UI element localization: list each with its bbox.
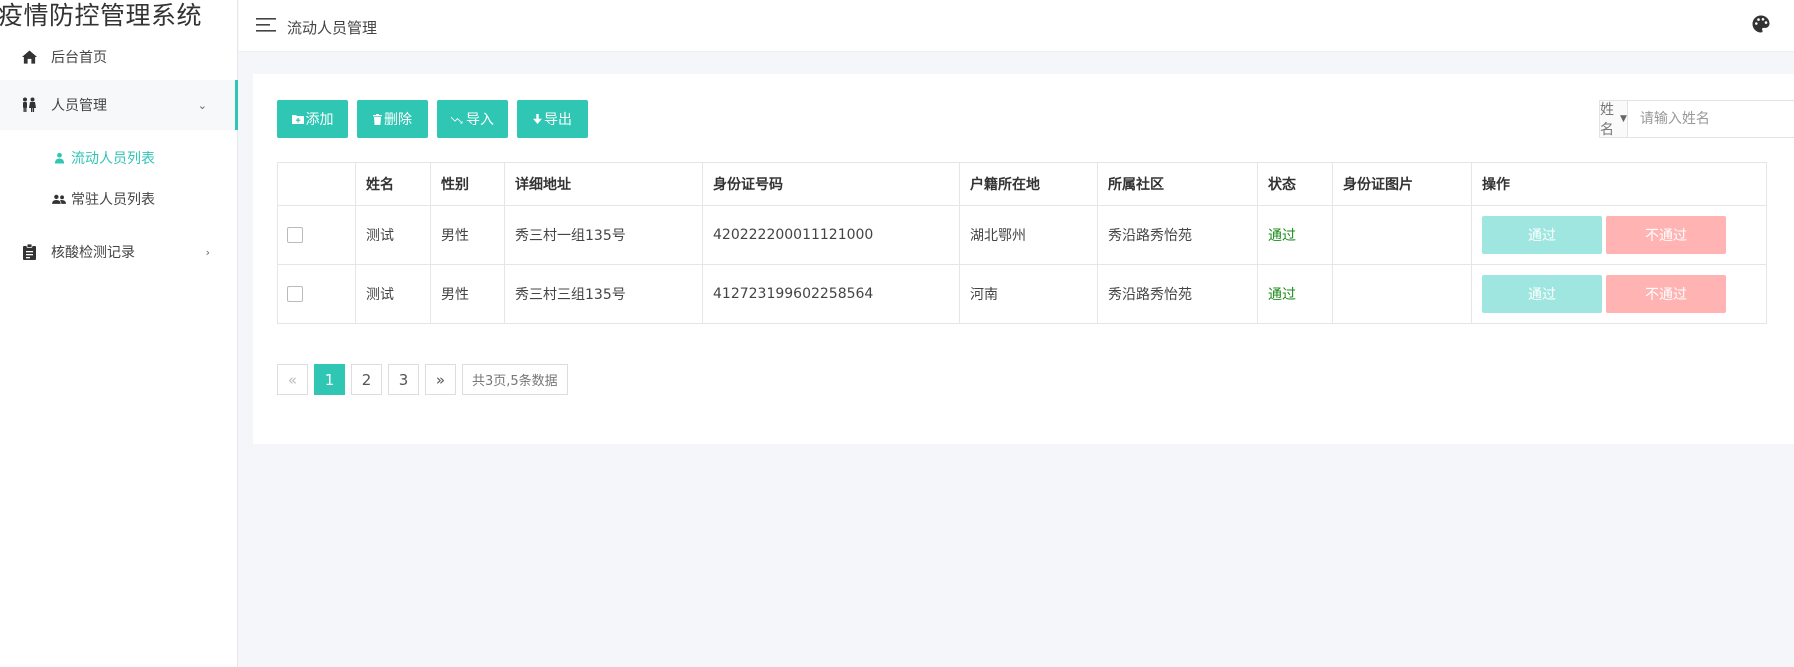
sidebar: 疫情防控管理系统 后台首页 人员管理 ⌄ 流动人员列表 常驻人员列表 核酸检测记…: [0, 0, 238, 667]
column-header: 状态: [1257, 162, 1333, 206]
table-row: 测试 男性 秀三村三组135号 412723199602258564 河南 秀沿…: [277, 264, 1767, 324]
pagination-info: 共3页,5条数据: [462, 364, 568, 395]
people-icon: [20, 96, 38, 114]
row-checkbox[interactable]: [287, 286, 303, 302]
app-title: 疫情防控管理系统: [0, 1, 203, 30]
top-header: 流动人员管理: [239, 0, 1794, 52]
column-header: 详细地址: [504, 162, 703, 206]
column-header: 身份证图片: [1332, 162, 1472, 206]
id-number-cell: 420222200011121000: [702, 205, 960, 265]
actions-cell: 通过 不通过: [1471, 264, 1767, 324]
pagination: « 1 2 3 » 共3页,5条数据: [277, 364, 568, 395]
delete-button[interactable]: 删除: [357, 100, 428, 138]
export-button-label: 导出: [544, 112, 572, 128]
import-button[interactable]: 导入: [437, 100, 508, 138]
column-header: 户籍所在地: [959, 162, 1098, 206]
personnel-table: 姓名 性别 详细地址 身份证号码 户籍所在地 所属社区 状态 身份证图片 操作 …: [277, 162, 1767, 324]
column-header: 性别: [430, 162, 505, 206]
chevron-down-icon: ⌄: [197, 98, 207, 112]
sidebar-item-label: 人员管理: [51, 98, 107, 114]
name-cell: 测试: [355, 264, 431, 324]
group-icon: [52, 192, 66, 206]
actions-cell: 通过 不通过: [1471, 205, 1767, 265]
sidebar-item-label: 后台首页: [51, 50, 107, 66]
menu-icon[interactable]: [256, 17, 276, 33]
address-cell: 秀三村一组135号: [504, 205, 703, 265]
column-header: 所属社区: [1097, 162, 1258, 206]
row-checkbox[interactable]: [287, 227, 303, 243]
sidebar-item-people[interactable]: 人员管理 ⌄: [0, 80, 238, 130]
row-select-cell: [277, 264, 356, 324]
delete-button-label: 删除: [384, 112, 412, 128]
caret-down-icon: ▼: [1620, 114, 1627, 124]
palette-icon[interactable]: [1752, 15, 1772, 35]
export-button[interactable]: 导出: [517, 100, 588, 138]
sidebar-item-nucleic-test[interactable]: 核酸检测记录 ›: [0, 227, 238, 277]
name-cell: 测试: [355, 205, 431, 265]
add-button-label: 添加: [305, 112, 334, 128]
sidebar-item-label: 常驻人员列表: [71, 192, 155, 208]
page-button-2[interactable]: 2: [351, 364, 382, 395]
sidebar-item-label: 核酸检测记录: [51, 245, 135, 261]
sidebar-item-resident-personnel[interactable]: 常驻人员列表: [0, 179, 238, 219]
status-badge: 通过: [1257, 205, 1333, 265]
add-button[interactable]: 添加: [277, 100, 348, 138]
approve-button[interactable]: 通过: [1482, 216, 1602, 254]
reject-button[interactable]: 不通过: [1606, 216, 1726, 254]
column-header: 身份证号码: [702, 162, 960, 206]
id-image-cell: [1332, 264, 1472, 324]
sidebar-item-mobile-personnel[interactable]: 流动人员列表: [0, 138, 238, 178]
page-next-button[interactable]: »: [425, 364, 456, 395]
id-number-cell: 412723199602258564: [702, 264, 960, 324]
table-row: 测试 男性 秀三村一组135号 420222200011121000 湖北鄂州 …: [277, 205, 1767, 265]
search-field-label: 姓名: [1600, 102, 1614, 138]
folder-plus-icon: [291, 114, 304, 124]
approve-button[interactable]: 通过: [1482, 275, 1602, 313]
address-cell: 秀三村三组135号: [504, 264, 703, 324]
gender-cell: 男性: [430, 264, 505, 324]
person-icon: [52, 151, 66, 165]
clipboard-icon: [20, 243, 38, 261]
content-card: 添加 删除 导入 导出 姓名 ▼ 姓: [253, 74, 1794, 444]
column-header: 姓名: [355, 162, 431, 206]
select-all-header: [277, 162, 356, 206]
column-header: 操作: [1471, 162, 1767, 206]
page-button-3[interactable]: 3: [388, 364, 419, 395]
row-select-cell: [277, 205, 356, 265]
id-image-cell: [1332, 205, 1472, 265]
hometown-cell: 河南: [959, 264, 1098, 324]
sidebar-item-label: 流动人员列表: [71, 151, 155, 167]
sidebar-item-home[interactable]: 后台首页: [0, 32, 238, 82]
import-button-label: 导入: [466, 112, 494, 128]
trash-icon: [373, 113, 382, 125]
table-header-row: 姓名 性别 详细地址 身份证号码 户籍所在地 所属社区 状态 身份证图片 操作: [277, 162, 1767, 206]
community-cell: 秀沿路秀怡苑: [1097, 205, 1258, 265]
status-badge: 通过: [1257, 264, 1333, 324]
page-prev-button[interactable]: «: [277, 364, 308, 395]
search-input[interactable]: [1627, 101, 1794, 137]
reject-button[interactable]: 不通过: [1606, 275, 1726, 313]
hometown-cell: 湖北鄂州: [959, 205, 1098, 265]
page-button-1[interactable]: 1: [314, 364, 345, 395]
page-title: 流动人员管理: [287, 19, 378, 37]
search-field-select[interactable]: 姓名 ▼: [1600, 101, 1628, 138]
community-cell: 秀沿路秀怡苑: [1097, 264, 1258, 324]
trend-icon: [451, 115, 464, 124]
arrow-down-icon: [533, 114, 542, 124]
home-icon: [20, 48, 38, 66]
search-group: 姓名 ▼: [1599, 100, 1794, 138]
chevron-right-icon: ›: [205, 245, 210, 259]
gender-cell: 男性: [430, 205, 505, 265]
